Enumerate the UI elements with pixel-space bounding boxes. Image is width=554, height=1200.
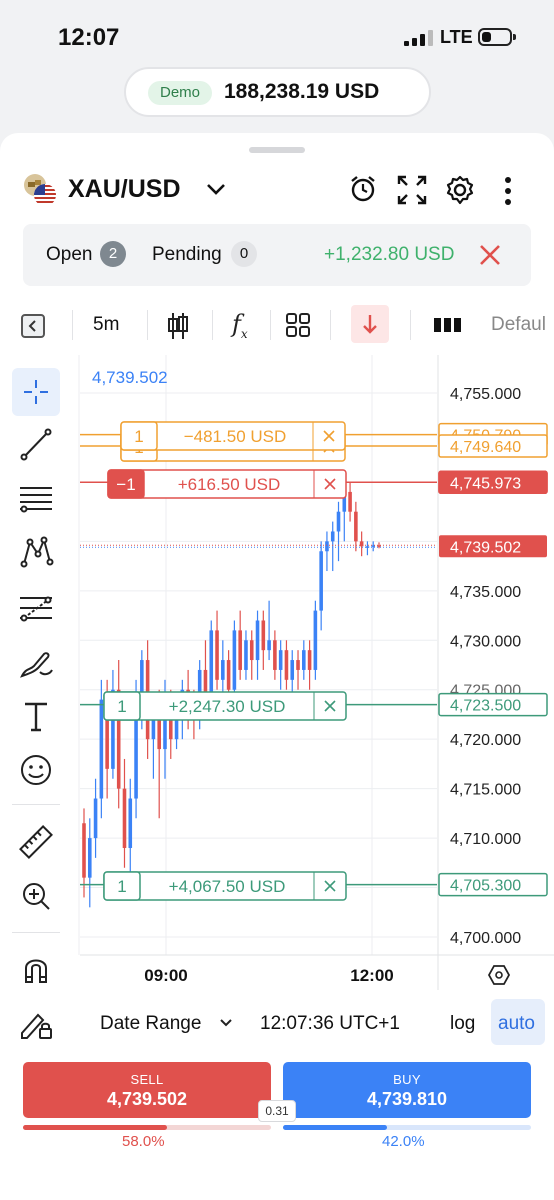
sell-button[interactable]: SELL 4,739.502 [23, 1062, 271, 1118]
candle-body [151, 719, 156, 740]
buy-sentiment-track [283, 1125, 531, 1130]
candle-body [267, 640, 271, 651]
candle-body [319, 551, 323, 611]
candle-body [244, 640, 248, 670]
log-scale-toggle[interactable]: log [450, 1013, 475, 1035]
candle-body [348, 491, 352, 512]
candle-body [249, 640, 254, 661]
candle-body [278, 650, 283, 670]
sell-sentiment-track [23, 1125, 271, 1130]
candle-body [215, 630, 219, 680]
buy-percent: 42.0% [382, 1133, 425, 1150]
chart-time: 12:07:36 UTC+1 [260, 1013, 400, 1034]
time-tick-label: 09:00 [144, 966, 187, 985]
order-qty: 1 [134, 427, 143, 446]
candle-body [330, 531, 335, 542]
candle-body [307, 650, 312, 670]
order-price-tag-text: 4,705.300 [450, 878, 521, 895]
sell-price: 4,739.502 [106, 1089, 188, 1109]
price-tick-label: 4,710.000 [450, 831, 521, 848]
candle-body [261, 620, 266, 651]
order-pnl: −481.50 USD [184, 427, 287, 446]
current-price-tag-text: 4,739.502 [450, 539, 521, 556]
sell-percent: 58.0% [122, 1133, 165, 1150]
candle-body [313, 610, 318, 670]
axis-settings-icon[interactable] [487, 965, 511, 985]
order-price-tag-text: 4,749.640 [450, 439, 521, 456]
price-tick-label: 4,700.000 [450, 930, 521, 947]
buy-price: 4,739.810 [366, 1089, 448, 1109]
spread-badge: 0.31 [258, 1100, 296, 1122]
order-qty: 1 [117, 697, 126, 716]
candle-body [273, 640, 277, 670]
order-label[interactable]: 1 +2,247.30 USD [103, 691, 347, 721]
candle-body [325, 541, 329, 552]
order-label[interactable]: 1 −481.50 USD [120, 421, 346, 451]
order-pnl: +616.50 USD [178, 475, 281, 494]
price-tick-label: 4,720.000 [450, 732, 521, 749]
candle-body [232, 630, 237, 690]
price-chart[interactable]: 4,739.5024,755.0004,740.0004,735.0004,73… [0, 0, 554, 1000]
order-qty: 1 [117, 877, 126, 896]
candle-body [99, 699, 104, 799]
order-label[interactable]: 1 +4,067.50 USD [103, 871, 347, 901]
candle-body [134, 709, 138, 799]
candle-body [336, 511, 341, 532]
time-tick-label: 12:00 [350, 966, 393, 985]
buy-label: BUY [393, 1072, 421, 1087]
candle-body [82, 823, 86, 878]
price-tick-label: 4,755.000 [450, 386, 521, 403]
crosshair-price-label: 4,739.502 [92, 368, 168, 387]
auto-label: auto [498, 1013, 535, 1034]
candle-body [290, 660, 295, 680]
candle-body [255, 620, 260, 661]
candle-body [209, 630, 214, 700]
sell-label: SELL [130, 1072, 164, 1087]
candle-body [93, 798, 98, 839]
sell-sentiment-fill [23, 1125, 167, 1130]
candle-body [128, 798, 133, 848]
chevron-down-icon[interactable] [218, 1017, 234, 1029]
candle-body [157, 719, 161, 750]
price-tick-label: 4,715.000 [450, 782, 521, 799]
candle-body [354, 511, 358, 542]
candle-body [284, 650, 289, 680]
candle-body [87, 838, 92, 878]
buy-sentiment-fill [283, 1125, 388, 1130]
order-pnl: +2,247.30 USD [169, 697, 286, 716]
candle-body [302, 650, 306, 670]
order-qty: −1 [116, 475, 135, 494]
order-price-tag-text: 4,723.500 [450, 698, 521, 715]
order-label[interactable]: −1 +616.50 USD [107, 469, 347, 499]
price-tick-label: 4,735.000 [450, 584, 521, 601]
candle-body [122, 788, 127, 848]
candle-body [221, 660, 225, 680]
date-range-selector[interactable]: Date Range [100, 1013, 201, 1035]
candle-body [226, 660, 231, 690]
lock-drawings-icon[interactable] [18, 1007, 54, 1041]
axis-settings-icon-dot [495, 971, 503, 979]
candle-body [174, 719, 179, 740]
price-tick-label: 4,730.000 [450, 633, 521, 650]
buy-button[interactable]: BUY 4,739.810 [283, 1062, 531, 1118]
auto-scale-toggle[interactable]: auto [491, 999, 545, 1045]
candle-body [296, 660, 300, 670]
order-price-tag-text: 4,745.973 [450, 475, 521, 492]
order-pnl: +4,067.50 USD [169, 877, 286, 896]
candle-body [238, 630, 242, 670]
chart-bottom-bar: Date Range 12:07:36 UTC+1 log auto [0, 995, 554, 1050]
